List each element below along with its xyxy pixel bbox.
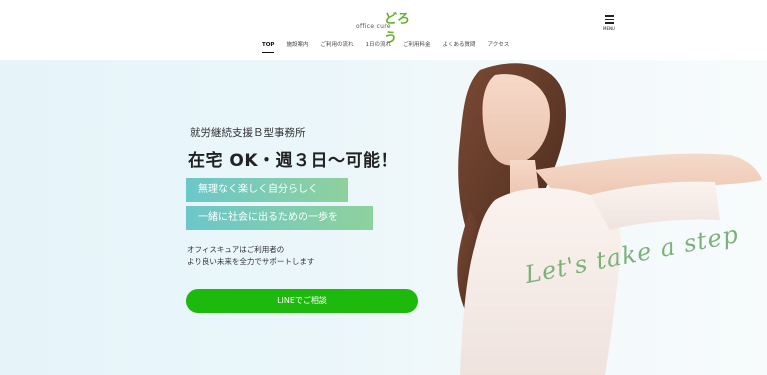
nav-item-top[interactable]: TOP [256, 40, 280, 56]
nav-item-access[interactable]: アクセス [482, 40, 516, 56]
line-consult-button[interactable]: LINEでご相談 [186, 289, 418, 313]
nav-item-daily[interactable]: 1日の流れ [360, 40, 398, 56]
hero-tag-1: 無理なく楽しく自分らしく [186, 178, 348, 202]
nav-item-flow[interactable]: ご利用の流れ [314, 40, 359, 56]
hero-photo [457, 63, 762, 375]
nav-item-fees[interactable]: ご利用料金 [397, 40, 437, 56]
nav-item-faq[interactable]: よくある質問 [437, 40, 482, 56]
menu-button[interactable]: MENU [598, 15, 620, 37]
hero-subtitle: 就労継続支援Ｂ型事務所 [190, 127, 306, 139]
global-nav: TOP 施設案内 ご利用の流れ 1日の流れ ご利用料金 よくある質問 アクセス [256, 40, 515, 56]
hero-title: 在宅 OK・週３日～可能！ [188, 151, 399, 171]
logo-subtext: office cure [356, 23, 391, 30]
hero-section: 就労継続支援Ｂ型事務所 在宅 OK・週３日～可能！ 無理なく楽しく自分らしく 一… [0, 60, 767, 375]
hero-desc-line-2: より良い未来を全力でサポートします [187, 257, 315, 266]
hero-description: オフィスキュアはご利用者の より良い未来を全力でサポートします [187, 244, 314, 268]
menu-label: MENU [603, 25, 615, 31]
site-logo[interactable]: どろう office cure [354, 8, 414, 46]
hero-tag-2: 一緒に社会に出るための一歩を [186, 206, 373, 230]
site-header: どろう office cure MENU TOP 施設案内 ご利用の流れ 1日の… [0, 0, 767, 60]
hamburger-menu-icon [604, 15, 614, 24]
nav-item-facility[interactable]: 施設案内 [280, 40, 314, 56]
hero-desc-line-1: オフィスキュアはご利用者の [187, 245, 285, 254]
